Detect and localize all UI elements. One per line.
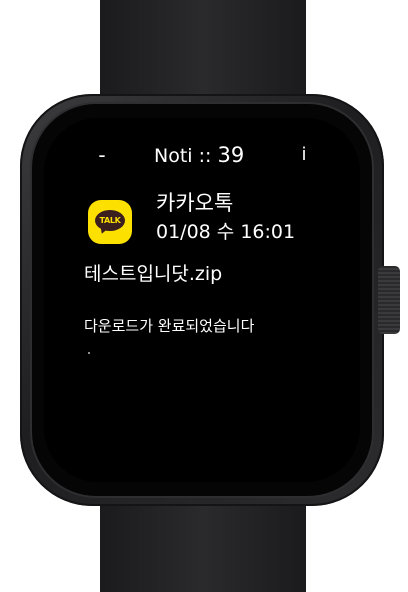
top-bar: - Noti :: 39 i bbox=[44, 140, 360, 170]
notification-count: 39 bbox=[217, 143, 245, 167]
page-title: Noti :: 39 bbox=[154, 140, 244, 170]
notification-body: 다운로드가 완료되었습니다 bbox=[84, 317, 255, 335]
info-button[interactable]: i bbox=[294, 140, 314, 170]
minus-button[interactable]: - bbox=[90, 140, 114, 170]
notification-timestamp: 01/08 수 16:01 bbox=[156, 221, 296, 243]
notification-title: 테스트입니닷.zip bbox=[84, 263, 223, 285]
watch-screen: - Noti :: 39 i TALK 카카오톡 01/08 수 16:01 테… bbox=[44, 118, 360, 482]
title-label: Noti :: bbox=[154, 145, 218, 167]
app-name: 카카오톡 bbox=[156, 191, 234, 215]
digital-crown[interactable] bbox=[378, 266, 400, 334]
watch-mockup: - Noti :: 39 i TALK 카카오톡 01/08 수 16:01 테… bbox=[0, 0, 408, 592]
kakaotalk-icon: TALK bbox=[88, 200, 132, 244]
talk-logo-text: TALK bbox=[99, 216, 121, 225]
notification-header[interactable]: TALK 카카오톡 01/08 수 16:01 bbox=[44, 188, 360, 248]
scroll-indicator-dot bbox=[88, 352, 90, 354]
